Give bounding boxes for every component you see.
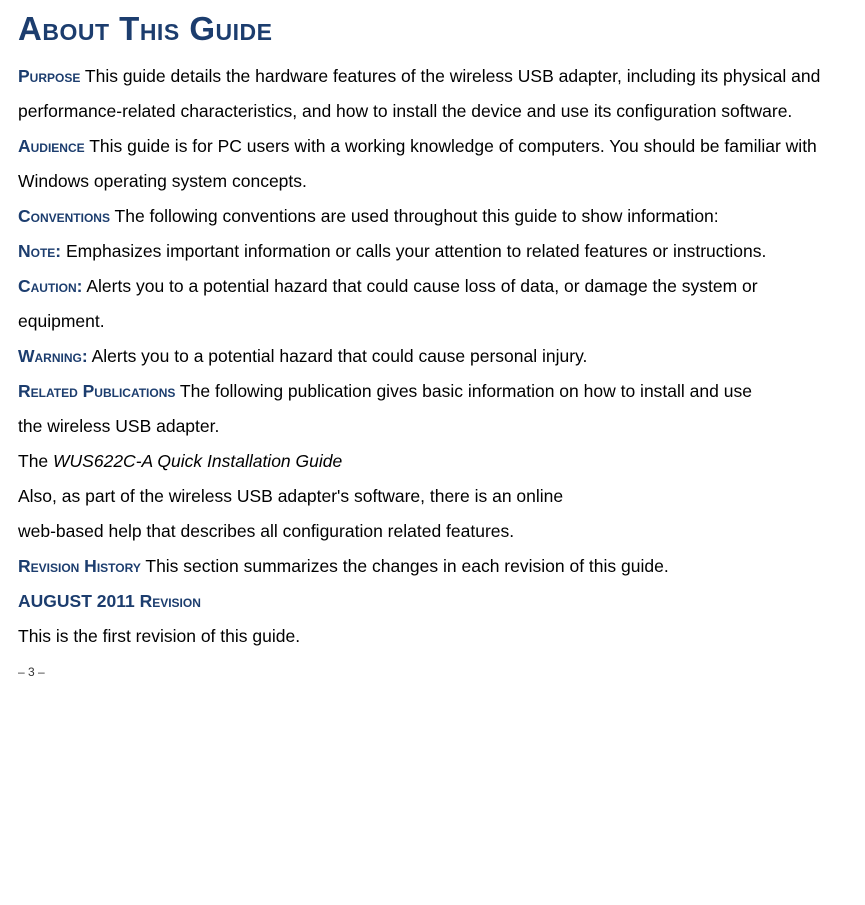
- note-head: Note:: [18, 241, 61, 261]
- revision-date-line: AUGUST 2011 Revision: [18, 584, 847, 619]
- purpose-section: Purpose This guide details the hardware …: [18, 59, 847, 129]
- revision-text: This section summarizes the changes in e…: [141, 556, 669, 576]
- title-text: About This Guide: [18, 10, 272, 47]
- conventions-head: Conventions: [18, 206, 110, 226]
- caution-text: Alerts you to a potential hazard that co…: [18, 276, 758, 331]
- revision-month: AUGUST 2011: [18, 591, 140, 611]
- purpose-text: This guide details the hardware features…: [18, 66, 820, 121]
- audience-head: Audience: [18, 136, 85, 156]
- conventions-text: The following conventions are used throu…: [110, 206, 719, 226]
- related-line2: the wireless USB adapter.: [18, 409, 847, 444]
- audience-section: Audience This guide is for PC users with…: [18, 129, 847, 199]
- caution-section: Caution: Alerts you to a potential hazar…: [18, 269, 847, 339]
- conventions-section: Conventions The following conventions ar…: [18, 199, 847, 234]
- warning-head: Warning:: [18, 346, 88, 366]
- related-line5: web-based help that describes all config…: [18, 514, 847, 549]
- related-line3a: The: [18, 451, 53, 471]
- revision-body: This is the first revision of this guide…: [18, 619, 847, 654]
- audience-text: This guide is for PC users with a workin…: [18, 136, 817, 191]
- caution-head: Caution:: [18, 276, 82, 296]
- related-section: Related Publications The following publi…: [18, 374, 847, 409]
- note-text: Emphasizes important information or call…: [61, 241, 766, 261]
- related-line4: Also, as part of the wireless USB adapte…: [18, 479, 847, 514]
- related-line3: The WUS622C-A Quick Installation Guide: [18, 444, 847, 479]
- page-number: – 3 –: [18, 660, 847, 684]
- warning-section: Warning: Alerts you to a potential hazar…: [18, 339, 847, 374]
- related-line3b: WUS622C-A Quick Installation Guide: [53, 451, 342, 471]
- page-title: About This Guide: [18, 8, 847, 51]
- note-section: Note: Emphasizes important information o…: [18, 234, 847, 269]
- purpose-head: Purpose: [18, 66, 80, 86]
- revision-section: Revision History This section summarizes…: [18, 549, 847, 584]
- revision-word: Revision: [140, 591, 201, 611]
- revision-head: Revision History: [18, 556, 141, 576]
- related-head: Related Publications: [18, 381, 175, 401]
- related-text: The following publication gives basic in…: [175, 381, 752, 401]
- warning-text: Alerts you to a potential hazard that co…: [88, 346, 588, 366]
